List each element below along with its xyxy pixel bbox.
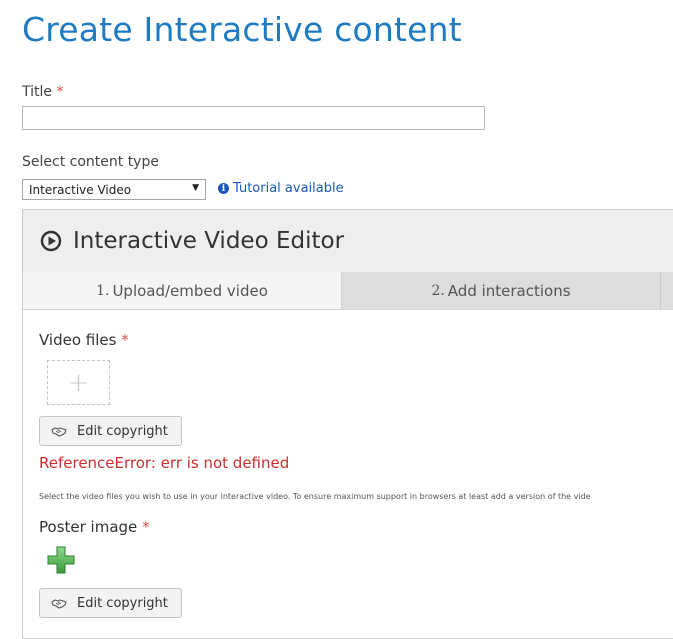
video-files-label-text: Video files	[39, 331, 117, 349]
title-label-text: Title	[22, 84, 53, 100]
tab-next-partial[interactable]	[661, 272, 673, 309]
tab-add-interactions[interactable]: 2. Add interactions	[342, 272, 661, 309]
play-circle-icon	[40, 230, 62, 252]
plus-icon: +	[67, 367, 90, 398]
edit-copyright-button[interactable]: Edit copyright	[39, 416, 182, 446]
title-label: Title *	[22, 84, 63, 100]
add-poster-image-icon[interactable]	[46, 545, 76, 575]
poster-image-label-text: Poster image	[39, 518, 138, 536]
poster-image-label: Poster image *	[39, 518, 150, 536]
required-marker: *	[121, 331, 129, 349]
edit-copyright-label: Edit copyright	[77, 423, 168, 439]
content-type-selected: Interactive Video	[29, 182, 132, 197]
content-type-label: Select content type	[22, 154, 159, 170]
edit-copyright-button[interactable]: Edit copyright	[39, 588, 182, 618]
editor-title: Interactive Video Editor	[73, 228, 345, 254]
page-title: Create Interactive content	[22, 10, 462, 49]
tab-upload-embed-video[interactable]: 1. Upload/embed video	[23, 272, 342, 309]
interactive-video-editor: Interactive Video Editor 1. Upload/embed…	[22, 209, 673, 639]
tab-number: 1.	[96, 282, 110, 299]
dropdown-arrow-icon: ▼	[192, 183, 199, 193]
info-icon: i	[218, 183, 229, 194]
title-input[interactable]	[22, 106, 485, 130]
handshake-icon	[51, 598, 67, 609]
tutorial-link-text: Tutorial available	[233, 181, 344, 196]
error-message: ReferenceError: err is not defined	[39, 454, 290, 472]
handshake-icon	[51, 426, 67, 437]
add-video-file-button[interactable]: +	[47, 360, 110, 405]
required-marker: *	[142, 518, 150, 536]
tab-label: Upload/embed video	[112, 281, 268, 300]
edit-copyright-label: Edit copyright	[77, 595, 168, 611]
tutorial-link[interactable]: i Tutorial available	[218, 181, 344, 196]
content-type-select[interactable]: Interactive Video ▼	[22, 179, 206, 200]
editor-header: Interactive Video Editor	[23, 210, 673, 273]
video-files-help-text: Select the video files you wish to use i…	[39, 492, 591, 501]
tab-number: 2.	[431, 282, 445, 299]
tab-label: Add interactions	[447, 281, 571, 300]
editor-tabs: 1. Upload/embed video 2. Add interaction…	[23, 272, 673, 310]
video-files-label: Video files *	[39, 331, 129, 349]
required-marker: *	[56, 84, 64, 100]
